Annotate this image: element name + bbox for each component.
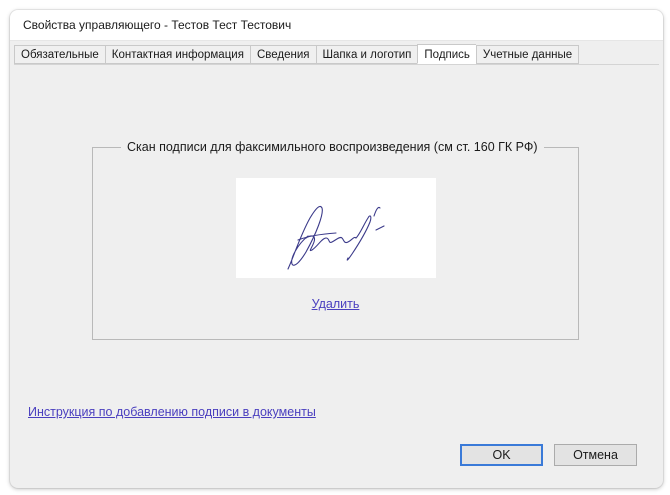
tab-strip: Обязательные Контактная информация Сведе… [14,44,580,64]
tab-credentials[interactable]: Учетные данные [475,45,580,64]
cancel-button[interactable]: Отмена [554,444,637,466]
window-title: Свойства управляющего - Тестов Тест Тест… [23,18,292,32]
tab-details[interactable]: Сведения [249,45,316,64]
properties-dialog: Свойства управляющего - Тестов Тест Тест… [10,10,663,488]
signature-scan-group: Скан подписи для факсимильного воспроизв… [92,140,579,340]
tab-panel-divider [14,64,659,65]
tab-header-logo[interactable]: Шапка и логотип [315,45,418,64]
tab-contact-info[interactable]: Контактная информация [104,45,250,64]
signature-help-link[interactable]: Инструкция по добавлению подписи в докум… [28,405,316,419]
signature-image [236,178,436,278]
title-bar: Свойства управляющего - Тестов Тест Тест… [10,10,663,41]
signature-scribble [287,205,385,270]
tab-required[interactable]: Обязательные [14,45,105,64]
delete-signature-link[interactable]: Удалить [93,297,578,311]
signature-group-title: Скан подписи для факсимильного воспроизв… [127,140,538,154]
ok-button[interactable]: OK [460,444,543,466]
tab-signature[interactable]: Подпись [417,44,476,64]
